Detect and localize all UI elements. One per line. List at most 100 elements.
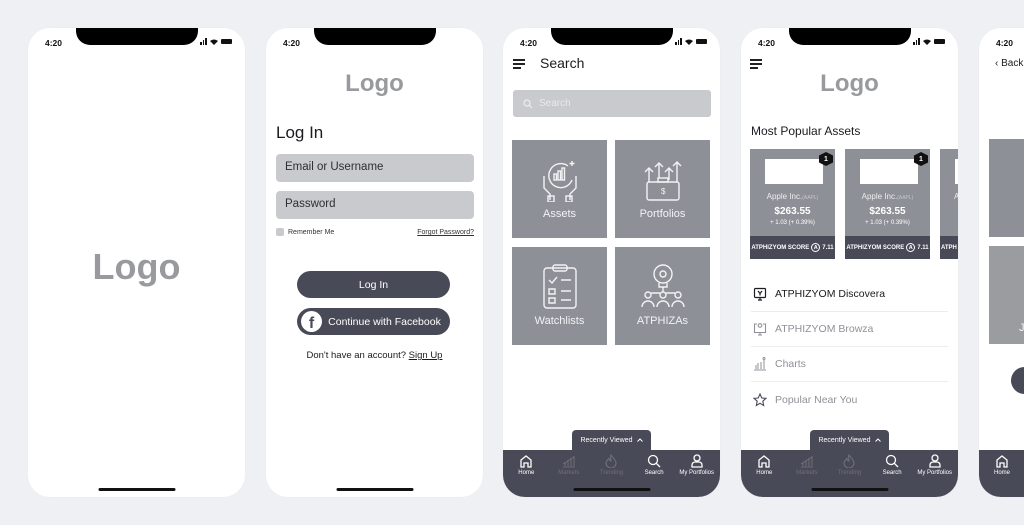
forgot-password-link[interactable]: Forgot Password? <box>417 229 474 236</box>
recently-viewed-label: Recently Viewed <box>580 436 633 444</box>
asset-name-text: Apple Inc. <box>766 192 803 201</box>
logo: Logo <box>345 70 404 97</box>
signal-icon <box>913 38 920 45</box>
status-icons <box>913 38 945 45</box>
tile-watchlists[interactable]: Watchlists <box>512 247 607 345</box>
page-title: Search <box>540 55 585 71</box>
asset-price: $263.55 <box>869 206 906 217</box>
tab-home[interactable]: Home <box>505 454 547 497</box>
home-icon <box>996 455 1008 468</box>
menu-icon[interactable] <box>513 59 525 71</box>
clipboard-checklist-icon <box>542 264 577 309</box>
facebook-button-label: Continue with Facebook <box>328 315 441 328</box>
list-item-label: ATPHIZYOM Browza <box>775 323 874 335</box>
back-button[interactable]: ‹ Back <box>995 58 1023 69</box>
list-item-browza[interactable]: ATPHIZYOM Browza <box>751 312 948 347</box>
recently-viewed-tab[interactable]: Recently Viewed <box>810 430 889 450</box>
tab-label: Home <box>518 470 535 476</box>
asset-card[interactable]: 1 Apple Inc.(AAPL) $263.55 + 1.03 (+ 0.3… <box>845 149 930 259</box>
user-icon <box>691 454 703 468</box>
recently-viewed-label: Recently Viewed <box>818 436 871 444</box>
list-item-charts[interactable]: Charts <box>751 347 948 382</box>
score-badge-icon: A <box>811 243 821 252</box>
tab-my-portfolios[interactable]: My Portfolios <box>914 454 956 497</box>
password-field[interactable]: Password <box>276 191 474 219</box>
tile-atphizas[interactable]: ATPHIZAs <box>615 247 710 345</box>
facebook-button[interactable]: f Continue with Facebook <box>297 308 450 335</box>
search-icon <box>523 98 533 108</box>
detail-screen: 4:20 ‹ Back J Home <box>979 28 1024 497</box>
score-badge-icon: A <box>906 243 916 252</box>
action-button[interactable] <box>1011 367 1024 394</box>
search-screen: 4:20 Search Search Assets $ Portfolios W… <box>503 28 720 497</box>
asset-name: A <box>954 192 958 201</box>
remember-me[interactable]: Remember Me <box>276 228 334 236</box>
tab-home[interactable]: Home <box>743 454 785 497</box>
email-field[interactable]: Email or Username <box>276 154 474 182</box>
signal-icon <box>675 38 682 45</box>
signup-prompt: Don't have an account? Sign Up <box>266 350 483 361</box>
search-input[interactable]: Search <box>513 90 711 117</box>
score-bar: ATPHIZYOM SCORE A 7.11 <box>845 236 930 259</box>
notch <box>550 28 673 45</box>
home-indicator <box>573 488 650 491</box>
lightbulb-people-icon <box>640 264 685 308</box>
list-item-label: Popular Near You <box>775 393 858 406</box>
battery-icon <box>934 39 945 44</box>
flame-icon <box>843 454 856 468</box>
asset-ticker: (AAPL) <box>802 195 819 201</box>
asset-card[interactable]: A ATPH <box>940 149 958 259</box>
detail-tile[interactable] <box>989 139 1024 237</box>
asset-ticker: (AAPL) <box>897 195 914 201</box>
flame-icon <box>605 454 618 468</box>
status-time: 4:20 <box>758 38 776 48</box>
tile-label: Portfolios <box>639 208 686 220</box>
tile-portfolios[interactable]: $ Portfolios <box>615 140 710 238</box>
wifi-icon <box>685 39 693 45</box>
list-item-popular[interactable]: Popular Near You <box>751 382 948 417</box>
recently-viewed-tab[interactable]: Recently Viewed <box>572 430 651 450</box>
signup-link[interactable]: Sign Up <box>409 350 443 361</box>
asset-name: Apple Inc.(AAPL) <box>750 192 835 201</box>
star-icon <box>753 392 767 407</box>
monitor-search-icon <box>753 323 767 336</box>
remember-checkbox[interactable] <box>276 228 284 236</box>
tab-label: Trending <box>599 470 624 476</box>
logo: Logo <box>820 70 879 97</box>
login-button[interactable]: Log In <box>297 271 450 298</box>
asset-card[interactable]: 1 Apple Inc.(AAPL) $263.55 + 1.03 (+ 0.3… <box>750 149 835 259</box>
asset-name-text: Apple Inc. <box>861 192 898 201</box>
detail-tile[interactable]: J <box>989 246 1024 344</box>
search-placeholder: Search <box>539 98 571 109</box>
wifi-icon <box>210 39 218 45</box>
tab-label: Home <box>993 470 1010 476</box>
home-indicator <box>98 488 175 491</box>
list-item-discovera[interactable]: ATPHIZYOM Discovera <box>751 277 948 312</box>
tile-label: Watchlists <box>534 315 585 327</box>
score-value: 7.11 <box>917 244 929 251</box>
signal-icon <box>200 38 207 45</box>
tile-assets[interactable]: Assets <box>512 140 607 238</box>
list-item-label: ATPHIZYOM Discovera <box>775 288 886 300</box>
status-time: 4:20 <box>283 38 301 48</box>
tab-home[interactable]: Home <box>981 454 1023 497</box>
logo: Logo <box>92 246 181 287</box>
back-label: Back <box>1001 58 1024 69</box>
status-time: 4:20 <box>520 38 538 48</box>
tab-label: Markets <box>558 470 580 476</box>
asset-image <box>860 159 918 184</box>
section-title: Most Popular Assets <box>751 124 861 138</box>
asset-image <box>955 159 958 184</box>
remember-label: Remember Me <box>288 228 335 236</box>
facebook-icon: f <box>301 311 322 332</box>
score-label: ATPHIZYOM SCORE <box>846 244 905 251</box>
battery-icon <box>696 39 707 44</box>
status-time: 4:20 <box>996 38 1014 48</box>
battery-icon <box>221 39 232 44</box>
notch <box>75 28 198 45</box>
tab-my-portfolios[interactable]: My Portfolios <box>676 454 718 497</box>
score-value: 7.11 <box>822 244 834 251</box>
tab-label: Search <box>882 470 902 476</box>
login-screen: 4:20 Logo Log In Email or Username Passw… <box>266 28 483 497</box>
discover-list: ATPHIZYOM Discovera ATPHIZYOM Browza Cha… <box>751 277 948 417</box>
